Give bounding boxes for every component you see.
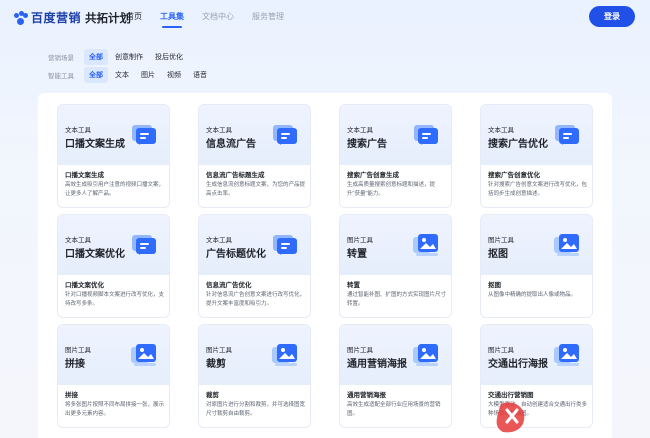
card-tool-name: 拼接 [65, 392, 78, 399]
card-category: 文本工具 [206, 237, 232, 244]
card-title: 交通出行海报 [488, 359, 548, 370]
main-nav: 首页 工具集 文档中心 服务管理 [126, 11, 302, 28]
card-title: 搜索广告优化 [488, 139, 548, 150]
card-description: 针对搜索广告创意文案进行改写优化，包括同步生成创意描述。 [488, 182, 588, 197]
travel-poster-icon [551, 339, 583, 371]
image-crop-icon [269, 339, 301, 371]
card-category: 文本工具 [65, 237, 91, 244]
tool-card[interactable]: 图片工具 裁剪 裁剪 对原图片进行分割和裁剪，并可选择图宽尺寸裁剪自由裁剪。 [198, 324, 311, 428]
card-tool-name: 口播文案生成 [65, 172, 104, 179]
tool-grid-panel: 文本工具 口播文案生成 口播文案生成 高效生成吸引用户注意的视频口播文案，让更多人了解… [38, 93, 612, 438]
card-description: 对原图片进行分割和裁剪，并可选择图宽尺寸裁剪自由裁剪。 [206, 402, 306, 417]
tool-filter-row: 智能工具 全部 文本 图片 视频 语音 [48, 67, 214, 83]
card-tool-name: 通用营销海报 [347, 392, 386, 399]
card-description: 生成信息流创意标题文案，为您的产品提高点击率。 [206, 182, 306, 197]
card-tool-name: 转置 [347, 282, 360, 289]
nav-toolset[interactable]: 工具集 [160, 11, 184, 28]
scene-chip-creative[interactable]: 创意制作 [110, 49, 148, 65]
search-optimize-icon [551, 119, 583, 151]
video-text-icon [128, 119, 160, 151]
tool-card[interactable]: 图片工具 通用营销海报 通用营销海报 高效生成适配全部行业应用场景的营销图。 [339, 324, 452, 428]
card-category: 文本工具 [65, 127, 91, 134]
tool-card[interactable]: 文本工具 口播文案生成 口播文案生成 高效生成吸引用户注意的视频口播文案，让更多人了解… [57, 104, 170, 208]
brand-subname: 共拓计划 [85, 12, 132, 25]
card-description: 高效生成吸引用户注意的视频口播文案，让更多人了解产品。 [65, 182, 165, 197]
scene-chip-post-optimize[interactable]: 投后优化 [150, 49, 188, 65]
feed-ad-icon [269, 119, 301, 151]
tool-card[interactable]: 图片工具 拼接 拼接 将多张图片按照不同布局拼接一张，展示出更多元素内容。 [57, 324, 170, 428]
card-category: 图片工具 [206, 347, 232, 354]
brand-logo[interactable]: 百度营销 共拓计划 [14, 9, 131, 26]
card-description: 从图像中精确的提取出人像或物品。 [488, 292, 577, 298]
card-title: 口播文案生成 [65, 139, 125, 150]
tool-card[interactable]: 文本工具搜索广告优化搜索广告创意优化针对搜索广告创意文案进行改写优化，包括同步生… [480, 104, 593, 208]
card-category: 文本工具 [488, 127, 514, 134]
card-tool-name: 信息流广告优化 [206, 282, 252, 289]
image-stitch-icon [128, 339, 160, 371]
card-tool-name: 裁剪 [206, 392, 219, 399]
nav-docs[interactable]: 文档中心 [202, 11, 234, 22]
tool-chip-video[interactable]: 视频 [162, 67, 186, 83]
tool-card[interactable]: 文本工具信息流广告信息流广告标题生成生成信息流创意标题文案，为您的产品提高点击率… [198, 104, 311, 208]
video-optimize-icon [128, 229, 160, 261]
nav-home[interactable]: 首页 [126, 11, 142, 22]
card-title: 抠图 [488, 249, 508, 260]
card-description: 生成高质量搜索创意标题和描述，提升"获量"能力。 [347, 182, 436, 197]
tool-card[interactable]: 图片工具 转置 转置 通过智能补图、扩图的方式实现图片尺寸转置。 [339, 214, 452, 318]
top-header: 百度营销 共拓计划 首页 工具集 文档中心 服务管理 登录 [0, 0, 650, 34]
card-title: 信息流广告 [206, 139, 256, 150]
card-category: 图片工具 [488, 237, 514, 244]
card-description: 针对口播视频脚本文案进行改写优化，支持改写多条。 [65, 292, 165, 307]
card-tool-name: 信息流广告标题生成 [206, 172, 265, 179]
card-description: 针对信息流广告创意文案进行改写优化，提升文案丰富度和吸引力。 [206, 292, 306, 307]
card-category: 图片工具 [65, 347, 91, 354]
card-tool-name: 抠图 [488, 282, 501, 289]
card-category: 图片工具 [488, 347, 514, 354]
card-category: 文本工具 [206, 127, 232, 134]
card-category: 图片工具 [347, 237, 373, 244]
scene-chip-all[interactable]: 全部 [84, 49, 108, 65]
scene-filter-label: 营销场景 [48, 55, 74, 62]
tool-chip-all[interactable]: 全部 [84, 67, 108, 83]
card-tool-name: 搜索广告创意生成 [347, 172, 399, 179]
card-title: 裁剪 [206, 359, 226, 370]
scene-filter-row: 营销场景 全部 创意制作 投后优化 [48, 49, 190, 65]
image-cutout-icon [551, 229, 583, 261]
tool-card[interactable]: 图片工具 抠图 抠图 从图像中精确的提取出人像或物品。 [480, 214, 593, 318]
tool-chip-image[interactable]: 图片 [136, 67, 160, 83]
card-title: 搜索广告 [347, 139, 387, 150]
tool-card[interactable]: 文本工具搜索广告搜索广告创意生成生成高质量搜索创意标题和描述，提升"获量"能力。 [339, 104, 452, 208]
card-tool-name: 搜索广告创意优化 [488, 172, 540, 179]
tool-chip-voice[interactable]: 语音 [188, 67, 212, 83]
tool-card[interactable]: 文本工具 口播文案优化 口播文案优化 针对口播视频脚本文案进行改写优化，支持改写多条。 [57, 214, 170, 318]
card-category: 图片工具 [347, 347, 373, 354]
brand-name: 百度营销 [31, 11, 82, 25]
card-description: 将多张图片按照不同布局拼接一张，展示出更多元素内容。 [65, 402, 165, 417]
watermark-logo [496, 402, 525, 433]
login-button[interactable]: 登录 [589, 6, 635, 27]
baidu-paw-icon [14, 10, 28, 25]
nav-service[interactable]: 服务管理 [252, 11, 284, 22]
title-optimize-icon [269, 229, 301, 261]
poster-icon [410, 339, 442, 371]
card-category: 文本工具 [347, 127, 373, 134]
card-title: 广告标题优化 [206, 249, 266, 260]
tool-card[interactable]: 文本工具广告标题优化信息流广告优化针对信息流广告创意文案进行改写优化，提升文案丰… [198, 214, 311, 318]
card-title: 拼接 [65, 359, 85, 370]
filter-panel: 营销场景 全部 创意制作 投后优化 智能工具 全部 文本 图片 视频 语音 [38, 43, 612, 85]
tool-chip-text[interactable]: 文本 [110, 67, 134, 83]
card-tool-name: 口播文案优化 [65, 282, 104, 289]
card-description: 高效生成适配全部行业应用场景的营销图。 [347, 402, 441, 417]
card-title: 口播文案优化 [65, 249, 125, 260]
search-ad-icon [410, 119, 442, 151]
image-transpose-icon [410, 229, 442, 261]
card-title: 转置 [347, 249, 367, 260]
card-title: 通用营销海报 [347, 359, 407, 370]
card-description: 通过智能补图、扩图的方式实现图片尺寸转置。 [347, 292, 447, 307]
tool-filter-label: 智能工具 [48, 73, 74, 80]
